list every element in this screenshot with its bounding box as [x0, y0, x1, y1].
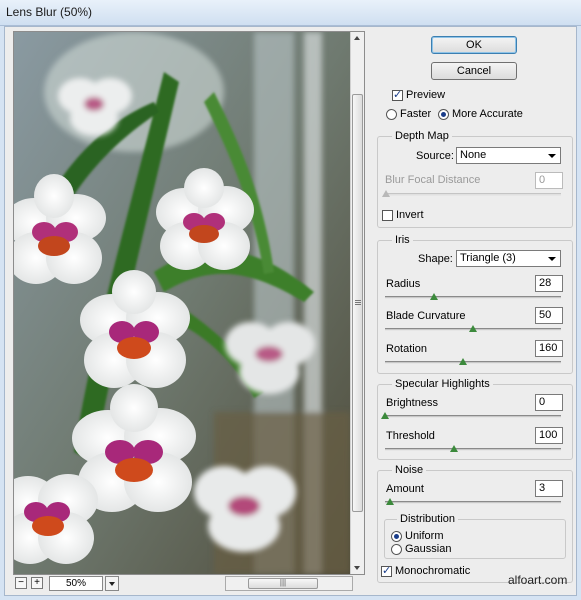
vertical-scroll-thumb[interactable] — [352, 94, 363, 512]
lens-blur-dialog: − + 50% ||| OK Cancel Preview Faster Mor… — [4, 26, 577, 596]
cancel-button[interactable]: Cancel — [431, 62, 517, 80]
blur-focal-distance-track — [385, 193, 561, 196]
radius-label: Radius — [386, 278, 421, 290]
scroll-up-icon[interactable] — [354, 36, 360, 40]
faster-radio[interactable] — [386, 109, 397, 120]
zoom-in-button[interactable]: + — [31, 577, 43, 589]
source-label: Source: — [416, 150, 454, 162]
specular-highlights-title: Specular Highlights — [392, 378, 493, 390]
monochromatic-label: Monochromatic — [395, 565, 471, 577]
brightness-track — [385, 415, 561, 418]
zoom-level-field[interactable]: 50% — [49, 576, 103, 591]
threshold-field[interactable]: 100 — [535, 427, 563, 444]
shape-select[interactable]: Triangle (3) — [456, 250, 561, 267]
blur-focal-distance-label: Blur Focal Distance — [385, 174, 481, 186]
preview-bottom-bar: − + 50% ||| — [13, 575, 365, 593]
amount-field[interactable]: 3 — [535, 480, 563, 497]
scroll-down-icon[interactable] — [354, 566, 360, 570]
brightness-field[interactable]: 0 — [535, 394, 563, 411]
brightness-slider[interactable] — [381, 412, 389, 419]
rotation-label: Rotation — [386, 343, 427, 355]
orchid-photo — [14, 32, 350, 574]
distribution-title: Distribution — [397, 513, 459, 525]
zoom-out-button[interactable]: − — [15, 577, 27, 589]
radius-field[interactable]: 28 — [535, 275, 563, 292]
radius-slider[interactable] — [430, 293, 439, 300]
brightness-label: Brightness — [386, 397, 438, 409]
radius-track — [385, 296, 561, 299]
blur-focal-distance-field[interactable]: 0 — [535, 172, 563, 189]
amount-slider[interactable] — [386, 498, 395, 505]
gaussian-label: Gaussian — [405, 543, 452, 555]
threshold-track — [385, 448, 561, 451]
window-title: Lens Blur (50%) — [6, 5, 93, 19]
horizontal-scroll-thumb[interactable]: ||| — [248, 578, 318, 589]
blade-curvature-slider[interactable] — [469, 325, 477, 332]
preview-label: Preview — [406, 89, 446, 101]
uniform-label: Uniform — [405, 530, 444, 542]
depth-map-title: Depth Map — [392, 130, 452, 142]
gaussian-radio[interactable] — [391, 544, 402, 555]
blade-curvature-label: Blade Curvature — [386, 310, 466, 322]
blade-curvature-field[interactable]: 50 — [535, 307, 563, 324]
preview-image[interactable] — [14, 32, 350, 574]
more-accurate-label: More Accurate — [452, 108, 523, 120]
source-select[interactable]: None — [456, 147, 561, 164]
iris-title: Iris — [392, 234, 413, 246]
rotation-field[interactable]: 160 — [535, 340, 563, 357]
ok-button[interactable]: OK — [431, 36, 517, 54]
noise-title: Noise — [392, 464, 427, 476]
monochromatic-checkbox[interactable] — [381, 564, 392, 577]
preview-checkbox[interactable] — [392, 88, 403, 101]
threshold-label: Threshold — [386, 430, 435, 442]
watermark: alfoart.com — [508, 573, 568, 587]
shape-label: Shape: — [418, 253, 453, 265]
amount-track — [385, 501, 561, 504]
zoom-dropdown-button[interactable] — [105, 576, 119, 591]
uniform-radio[interactable] — [391, 531, 402, 542]
preview-vertical-scrollbar[interactable] — [350, 32, 364, 574]
title-bar: Lens Blur (50%) — [0, 0, 581, 26]
rotation-track — [385, 361, 561, 364]
faster-label: Faster — [400, 108, 432, 120]
preview-horizontal-scrollbar[interactable]: ||| — [225, 576, 353, 591]
invert-checkbox[interactable] — [382, 210, 393, 221]
invert-label: Invert — [396, 209, 424, 221]
blur-focal-distance-slider[interactable] — [382, 190, 390, 197]
more-accurate-radio[interactable] — [438, 109, 449, 120]
amount-label: Amount — [386, 483, 424, 495]
rotation-slider[interactable] — [459, 358, 468, 365]
threshold-slider[interactable] — [450, 445, 459, 452]
preview-pane[interactable] — [13, 31, 365, 575]
